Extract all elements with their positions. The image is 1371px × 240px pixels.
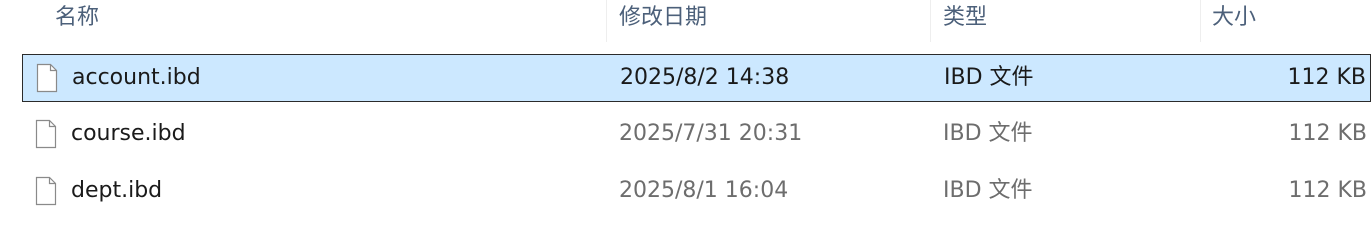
column-header-bar: 名称 修改日期 类型 大小 [0,0,1371,42]
column-header-name[interactable]: 名称 [55,0,99,42]
column-divider[interactable] [1200,0,1201,42]
column-header-modified[interactable]: 修改日期 [619,0,707,42]
file-row-account[interactable]: account.ibd 2025/8/2 14:38 IBD 文件 112 KB [22,54,1371,102]
file-name: course.ibd [71,121,186,146]
column-divider[interactable] [606,0,607,42]
column-header-size[interactable]: 大小 [1212,0,1256,42]
file-size: 112 KB [1287,65,1366,90]
file-modified-date: 2025/8/1 16:04 [619,178,789,203]
file-type: IBD 文件 [944,65,1034,90]
column-divider[interactable] [930,0,931,42]
file-name: dept.ibd [71,178,163,203]
file-icon [36,63,58,93]
file-size: 112 KB [1288,178,1367,203]
file-modified-date: 2025/8/2 14:38 [620,65,790,90]
file-list-view: 名称 修改日期 类型 大小 account.ibd 2025/8/2 14:38… [0,0,1371,220]
file-row-course[interactable]: course.ibd 2025/7/31 20:31 IBD 文件 112 KB [22,111,1371,159]
file-type: IBD 文件 [943,121,1033,146]
file-icon [35,176,57,206]
file-size: 112 KB [1288,121,1367,146]
file-icon [35,119,57,149]
column-header-type[interactable]: 类型 [943,0,987,42]
file-name: account.ibd [72,65,201,90]
file-type: IBD 文件 [943,178,1033,203]
file-row-dept[interactable]: dept.ibd 2025/8/1 16:04 IBD 文件 112 KB [22,168,1371,216]
file-modified-date: 2025/7/31 20:31 [619,121,803,146]
